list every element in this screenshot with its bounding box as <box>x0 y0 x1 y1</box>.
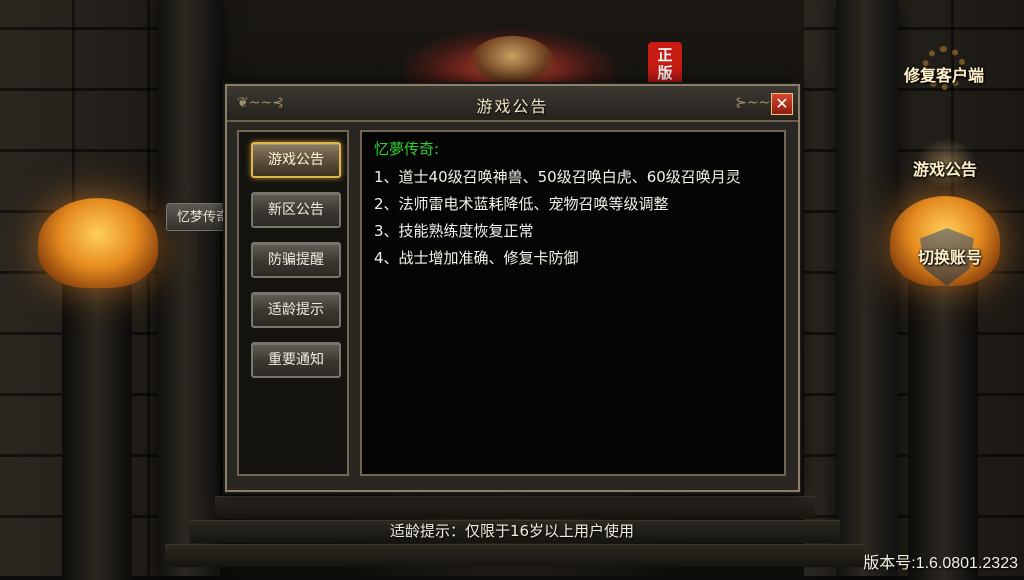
notice-dialog: ❦~~⊰ 游戏公告 ⊱~~❦ ✕ 游戏公告 新区公告 防骗提醒 适龄提示 重要通… <box>225 84 800 492</box>
tab-game-notice[interactable]: 游戏公告 <box>251 142 341 178</box>
close-button[interactable]: ✕ <box>771 93 793 115</box>
tab-important-notice[interactable]: 重要通知 <box>251 342 341 378</box>
tab-age-tip[interactable]: 适龄提示 <box>251 292 341 328</box>
tab-list: 游戏公告 新区公告 防骗提醒 适龄提示 重要通知 <box>237 130 349 476</box>
switch-account-button[interactable]: 切换账号 <box>900 228 1000 267</box>
repair-client-button[interactable]: 修复客户端 <box>896 44 992 85</box>
pillar-right <box>836 0 898 576</box>
dialog-title: 游戏公告 <box>476 97 549 116</box>
torch-fire-left <box>38 198 158 288</box>
game-notice-button[interactable]: 游戏公告 <box>902 140 988 179</box>
content-line: 1、道士40级召唤神兽、50级召唤白虎、60级召唤月灵 <box>374 168 741 186</box>
stair-step <box>165 544 865 567</box>
pillar-left <box>158 0 220 576</box>
content-line: 3、技能熟练度恢复正常 <box>374 222 534 240</box>
content-heading: 忆夢传奇: <box>374 140 440 158</box>
logo-character-art <box>470 36 554 86</box>
stair-step <box>215 496 815 519</box>
switch-account-label: 切换账号 <box>917 248 982 267</box>
dialog-titlebar: ❦~~⊰ 游戏公告 ⊱~~❦ ✕ <box>227 86 798 122</box>
content-line: 2、法师雷电术蓝耗降低、宠物召唤等级调整 <box>374 195 669 213</box>
game-notice-label: 游戏公告 <box>912 160 977 179</box>
official-badge: 正 版 <box>648 42 682 90</box>
content-line: 4、战士增加准确、修复卡防御 <box>374 249 579 267</box>
age-tip-text: 适龄提示：仅限于16岁以上用户使用 <box>389 522 635 540</box>
repair-client-label: 修复客户端 <box>903 66 984 85</box>
server-name-tag[interactable]: 忆梦传奇 <box>166 203 228 231</box>
version-label: 版本号:1.6.0801.2323 <box>863 555 1018 572</box>
tab-anti-fraud-reminder[interactable]: 防骗提醒 <box>251 242 341 278</box>
tab-new-server-notice[interactable]: 新区公告 <box>251 192 341 228</box>
notice-content: 忆夢传奇: 1、道士40级召唤神兽、50级召唤白虎、60级召唤月灵 2、法师雷电… <box>360 130 786 476</box>
